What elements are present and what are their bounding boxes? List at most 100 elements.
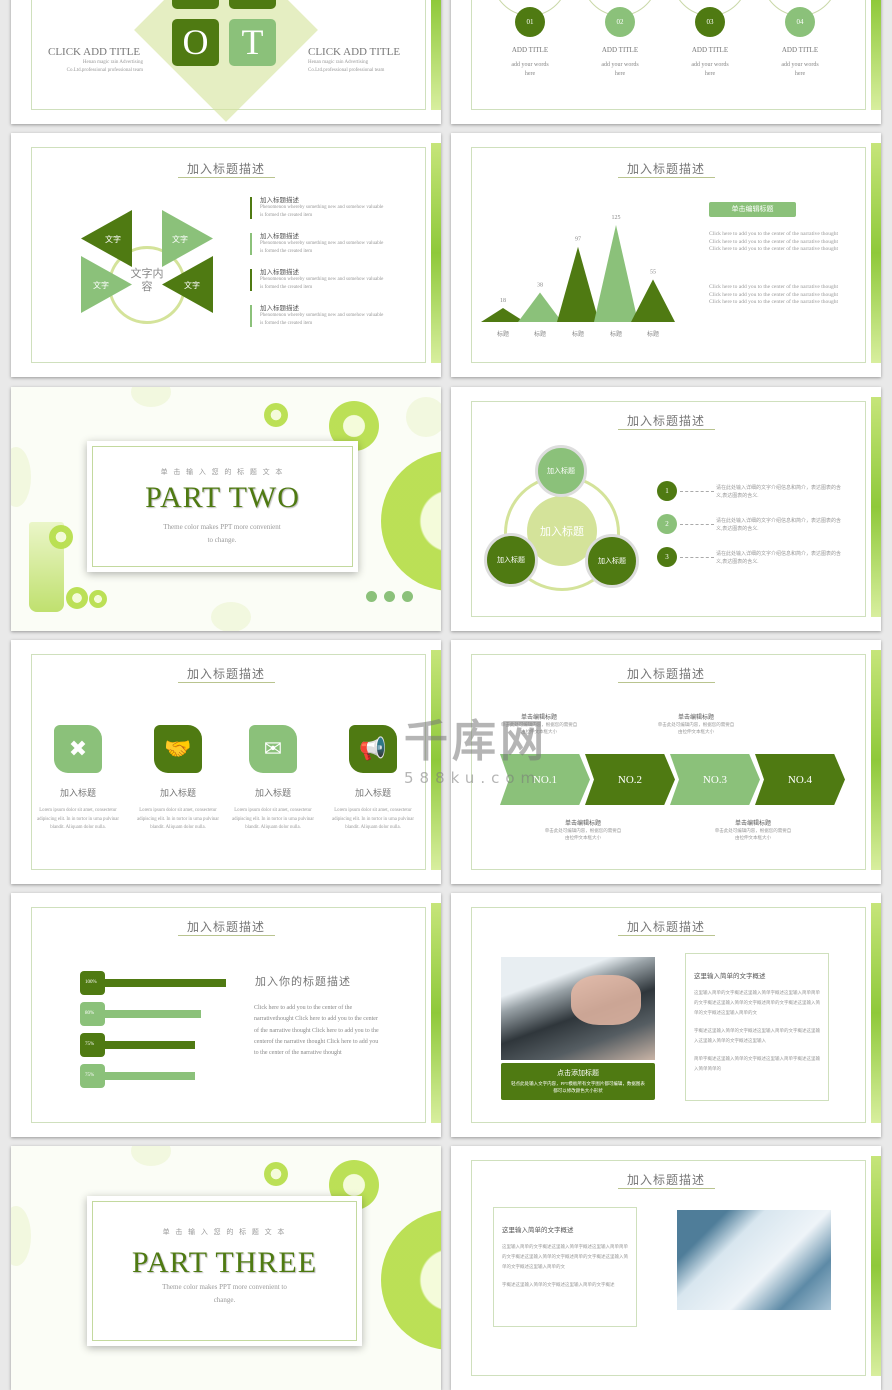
lime-slice-small bbox=[264, 403, 288, 427]
title-underline bbox=[618, 429, 715, 430]
box-title: 这里输入简单的文字概述 bbox=[502, 1227, 574, 1234]
category-label: 标题 bbox=[497, 330, 509, 338]
triangle-label: 文字 bbox=[172, 235, 188, 244]
step-text: add your words here bbox=[781, 62, 819, 77]
lime-decoration bbox=[871, 650, 881, 870]
chart-peak bbox=[557, 246, 599, 322]
slide-title: 加入标题描述 bbox=[626, 667, 705, 681]
list-text: Phenomenon whereby something new and som… bbox=[260, 313, 384, 326]
swot-tile-w: W bbox=[229, 0, 276, 9]
icon-label: 加入标题 bbox=[254, 788, 291, 798]
lime-decoration bbox=[431, 143, 441, 363]
slide-title: 加入标题描述 bbox=[186, 162, 265, 176]
title-underline bbox=[618, 1188, 715, 1189]
paragraph-2: Click here to add you to the center of t… bbox=[709, 284, 839, 305]
theme-text: Theme color makes PPT more convenient to… bbox=[163, 523, 281, 544]
chart-peak bbox=[631, 279, 675, 322]
slide-steps[interactable]: 01 ADD TITLE add your words here 02 ADD … bbox=[451, 0, 881, 124]
note-text: 单击此处可编辑内容，根据您的需要自由拉伸文本框大小 bbox=[544, 828, 622, 840]
category-label: 标题 bbox=[647, 330, 659, 338]
hands-shape bbox=[571, 975, 641, 1025]
chart-peak bbox=[481, 308, 525, 322]
list-marker bbox=[250, 305, 252, 327]
left-text: Henan magic rain Advertising Co.Ltd.prof… bbox=[66, 60, 143, 73]
list-text: 请在此处输入详细的文字介绍信息和简介，表达图表的含义,表达图表的含义. bbox=[716, 552, 842, 565]
slide-title: 加入标题描述 bbox=[626, 920, 705, 934]
title-underline bbox=[178, 682, 275, 683]
title-underline bbox=[618, 935, 715, 936]
box-title: 这里输入简单的文字概述 bbox=[694, 973, 766, 980]
caption-title: 点击添加标题 bbox=[557, 1069, 599, 1077]
slide-text-image[interactable]: 加入标题描述 这里输入简单的文字概述 这里输入简单的文字概述这里输入简单字概述这… bbox=[451, 1146, 881, 1390]
center-text: 文字内容 bbox=[130, 268, 164, 293]
slide-bars[interactable]: 加入标题描述 100% 80% 75% 75% 加入你的标题描述 Click h… bbox=[11, 893, 441, 1137]
process-step: NO.3 bbox=[670, 754, 760, 805]
list-number: 2 bbox=[657, 514, 677, 534]
slide-cycle[interactable]: 加入标题描述 加入标题 加入标题 加入标题 加入标题 1 请在此处输入详细的文字… bbox=[451, 387, 881, 631]
icon-label: 加入标题 bbox=[59, 788, 96, 798]
step-text: add your words here bbox=[691, 62, 729, 77]
lime-decoration bbox=[871, 143, 881, 363]
text-box: 这里输入简单的文字概述 这里输入简单的文字概述这里输入简单字概述这里输入简单简单… bbox=[493, 1207, 637, 1327]
list-number: 1 bbox=[657, 481, 677, 501]
process-step: NO.4 bbox=[755, 754, 845, 805]
lime-decoration bbox=[871, 0, 881, 110]
title-underline bbox=[178, 935, 275, 936]
progress-label: 75% bbox=[80, 1064, 105, 1088]
slide-part-three[interactable]: 单 击 输 入 您 的 标 题 文 本 PART THREE Theme col… bbox=[11, 1146, 441, 1390]
list-text: Phenomenon whereby something new and som… bbox=[260, 205, 384, 218]
box-paragraph: 字概述这里输入简单的文字概述这里输入简单的文字概述这里输入这里输入简单的文字概述… bbox=[694, 1028, 820, 1043]
lime-decoration bbox=[211, 602, 251, 631]
slide-swot[interactable]: S W O T CLICK ADD TITLE Henan magic rain… bbox=[11, 0, 441, 124]
title-card: 单 击 输 入 您 的 标 题 文 本 PART THREE Theme col… bbox=[87, 1196, 362, 1346]
data-label: 38 bbox=[537, 283, 543, 289]
step-text: add your words here bbox=[601, 62, 639, 77]
list-title: 加入标题描述 bbox=[260, 269, 299, 276]
process-step: NO.2 bbox=[585, 754, 675, 805]
note-title: 单击编辑标题 bbox=[564, 821, 601, 827]
lime-decoration bbox=[871, 903, 881, 1123]
step-number: 04 bbox=[785, 7, 815, 37]
category-label: 标题 bbox=[610, 330, 622, 338]
title-card: 单 击 输 入 您 的 标 题 文 本 PART TWO Theme color… bbox=[87, 441, 358, 572]
skyscrapers-photo bbox=[677, 1210, 831, 1310]
list-text: Phenomenon whereby something new and som… bbox=[260, 241, 384, 254]
step-title: ADD TITLE bbox=[691, 46, 729, 54]
slide-triangles[interactable]: 加入标题描述 文字内容 文字 文字 文字 文字 加入标题描述 Phenomeno… bbox=[11, 133, 441, 377]
progress-bar bbox=[96, 979, 226, 987]
list-number: 3 bbox=[657, 547, 677, 567]
cycle-node: 加入标题 bbox=[535, 445, 587, 497]
swot-tile-t: T bbox=[229, 19, 276, 66]
area-peak-chart: 18 标题 38 标题 97 标题 125 标题 55 标题 bbox=[481, 215, 675, 338]
list-marker bbox=[250, 233, 252, 255]
paragraph-1: Click here to add you to the center of t… bbox=[709, 231, 839, 252]
edit-title-button[interactable]: 单击编辑标题 bbox=[709, 202, 796, 217]
data-label: 97 bbox=[575, 237, 581, 243]
swot-tile-s: S bbox=[172, 0, 219, 9]
progress-bar bbox=[96, 1041, 195, 1049]
slide-photo[interactable]: 加入标题描述 点击添加标题 轻点此处输入文字内容，PPT模板所有文字图片都可编辑… bbox=[451, 893, 881, 1137]
theme-text: Theme color makes PPT more convenient to… bbox=[162, 1283, 287, 1304]
watermark-brand: 千库网 bbox=[404, 716, 548, 767]
lime-slice-large bbox=[381, 1210, 441, 1350]
triangle-label: 文字 bbox=[93, 281, 109, 290]
right-title: CLICK ADD TITLE bbox=[308, 46, 401, 58]
slide-chart[interactable]: 加入标题描述 18 标题 38 标题 97 标题 125 标题 55 标题 单击编辑标题 Clic… bbox=[451, 133, 881, 377]
slide-part-two[interactable]: 单 击 输 入 您 的 标 题 文 本 PART TWO Theme color… bbox=[11, 387, 441, 631]
note-title: 单击编辑标题 bbox=[734, 821, 771, 827]
slide-title: 加入标题描述 bbox=[186, 667, 265, 681]
lime-slice-large bbox=[381, 451, 441, 591]
lime-decoration bbox=[871, 397, 881, 617]
list-marker bbox=[250, 269, 252, 291]
left-title: CLICK ADD TITLE bbox=[48, 46, 141, 58]
text-box: 这里输入简单的文字概述 这里输入简单的文字概述这里输入简单字概述这里输入简单简单… bbox=[685, 953, 829, 1101]
triangle-label: 文字 bbox=[105, 235, 121, 244]
note-text: 单击此处可编辑内容，根据您的需要自由拉伸文本框大小 bbox=[714, 828, 792, 840]
part-title: PART TWO bbox=[145, 481, 300, 514]
list-text: Phenomenon whereby something new and som… bbox=[260, 277, 384, 290]
step-number: 03 bbox=[695, 7, 725, 37]
slide-title: 加入标题描述 bbox=[186, 920, 265, 934]
caption-text: 轻点此处输入文字内容，PPT模板所有文字图片都可编辑，数据图表都可以修改颜色大小… bbox=[511, 1081, 645, 1093]
step-title: ADD TITLE bbox=[511, 46, 549, 54]
handshake-icon: 🤝 bbox=[154, 725, 202, 773]
